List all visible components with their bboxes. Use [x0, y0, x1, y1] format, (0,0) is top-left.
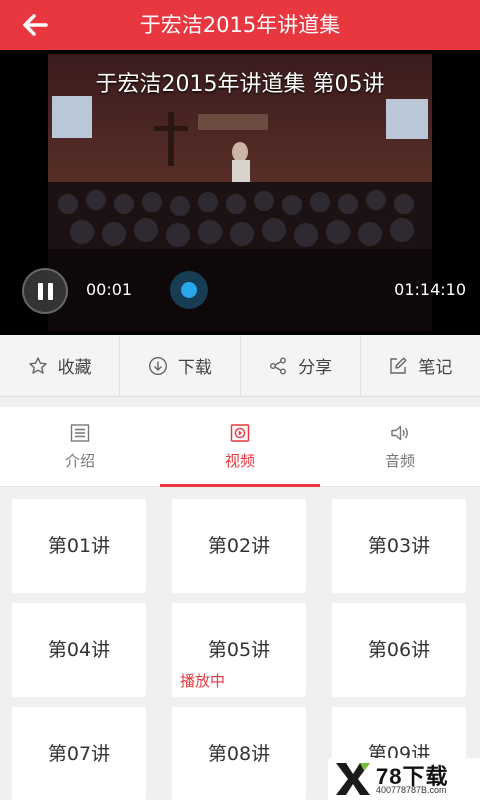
- tab-intro-label: 介绍: [64, 452, 95, 470]
- tab-video-label: 视频: [224, 452, 255, 470]
- episode-item[interactable]: 第01讲: [12, 499, 146, 593]
- video-overlay-title: 于宏洁2015年讲道集 第05讲: [95, 72, 385, 97]
- download-label: 下载: [177, 358, 212, 378]
- episode-item[interactable]: 第07讲: [12, 707, 146, 800]
- share-button[interactable]: 分享: [241, 335, 361, 396]
- episode-label: 第08讲: [207, 743, 271, 765]
- page-title: 于宏洁2015年讲道集: [139, 13, 341, 37]
- episode-item[interactable]: 第03讲: [332, 499, 466, 593]
- pause-button[interactable]: [22, 268, 68, 314]
- episode-item[interactable]: 第04讲: [12, 603, 146, 697]
- tab-audio-label: 音频: [384, 452, 415, 470]
- current-time: 00:01: [86, 280, 133, 299]
- download-button[interactable]: 下载: [120, 335, 241, 396]
- content-tabs: 介绍 视频 音频: [0, 407, 480, 487]
- tab-video[interactable]: 视频: [160, 407, 320, 487]
- back-arrow-icon[interactable]: [18, 8, 52, 42]
- video-icon: [230, 424, 250, 442]
- episode-item-playing[interactable]: 第05讲 播放中: [172, 603, 306, 697]
- speaker-icon: [391, 425, 408, 441]
- edit-icon: [390, 357, 407, 374]
- download-icon: [148, 356, 167, 375]
- favorite-button[interactable]: 收藏: [0, 335, 121, 396]
- now-playing-badge: 播放中: [180, 672, 226, 690]
- watermark-url: 400778787B.com: [376, 785, 447, 795]
- video-player[interactable]: 于宏洁2015年讲道集 第05讲 00:01 01:14:10: [0, 50, 480, 335]
- episode-grid: 第01讲 第02讲 第03讲 第04讲 第05讲 播放中 第06讲 第07讲 第…: [0, 488, 480, 800]
- episode-label: 第04讲: [47, 639, 111, 661]
- app-header: 于宏洁2015年讲道集: [0, 0, 480, 50]
- x-logo-icon: [336, 763, 370, 795]
- action-bar: 收藏 下载 分享 笔记: [0, 335, 480, 397]
- episode-item[interactable]: 第08讲: [172, 707, 306, 800]
- list-icon: [70, 424, 90, 442]
- tab-audio[interactable]: 音频: [320, 407, 480, 486]
- episode-label: 第02讲: [207, 535, 271, 557]
- share-icon: [270, 357, 287, 374]
- episode-label: 第01讲: [47, 535, 111, 557]
- share-label: 分享: [298, 358, 333, 378]
- total-time: 01:14:10: [394, 280, 466, 299]
- episode-item[interactable]: 第06讲: [332, 603, 466, 697]
- episode-label: 第03讲: [367, 535, 431, 557]
- episode-label: 第06讲: [367, 639, 431, 661]
- star-icon: [28, 356, 47, 374]
- tab-intro[interactable]: 介绍: [0, 407, 160, 486]
- episode-item[interactable]: 第02讲: [172, 499, 306, 593]
- note-button[interactable]: 笔记: [361, 335, 480, 396]
- watermark: 78下载 400778787B.com: [328, 758, 480, 800]
- seek-thumb[interactable]: [170, 271, 208, 309]
- episode-label: 第07讲: [47, 743, 111, 765]
- note-label: 笔记: [418, 358, 453, 378]
- favorite-label: 收藏: [57, 358, 92, 378]
